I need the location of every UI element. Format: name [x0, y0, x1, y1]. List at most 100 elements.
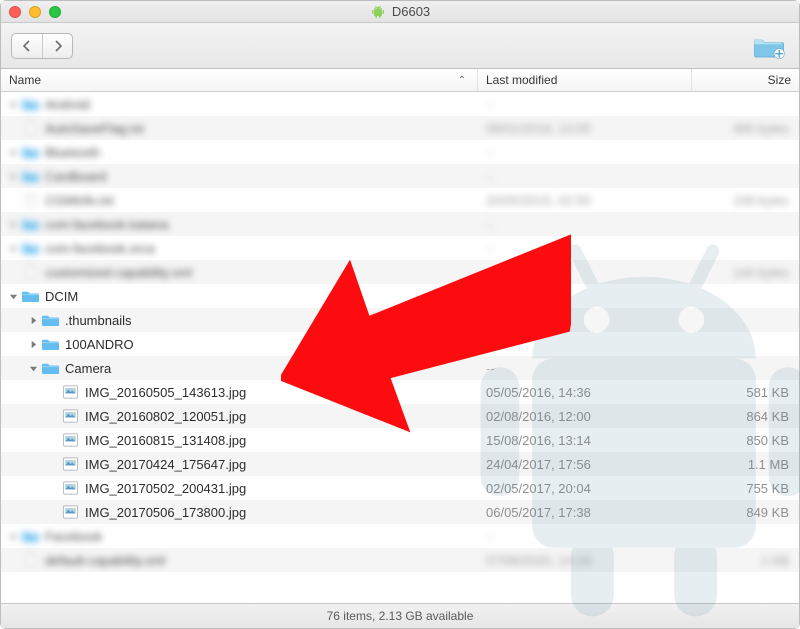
file-modified: -- [486, 361, 495, 376]
column-modified[interactable]: Last modified [478, 69, 692, 91]
table-row[interactable]: IMG_20170502_200431.jpg 02/05/2017, 20:04… [1, 476, 799, 500]
window-title-text: D6603 [392, 4, 430, 19]
titlebar: D6603 [1, 1, 799, 23]
forward-button[interactable] [42, 34, 72, 58]
minimize-icon[interactable] [29, 6, 41, 18]
table-row[interactable]: 100ANDRO-- [1, 332, 799, 356]
table-row[interactable]: Bluetooth-- [1, 140, 799, 164]
folder-icon [42, 313, 59, 327]
file-name: DCIM [45, 289, 78, 304]
table-row[interactable]: Cardboard -- [1, 164, 799, 188]
file-modified: -- [486, 241, 495, 256]
table-row[interactable]: IMG_20170506_173800.jpg06/05/2017, 17:38… [1, 500, 799, 524]
disclosure-closed-icon[interactable] [7, 98, 19, 110]
table-row[interactable]: default-capability.xml07/06/2020, 14:191… [1, 548, 799, 572]
file-name: IMG_20170502_200431.jpg [85, 481, 246, 496]
new-folder-button[interactable] [749, 31, 789, 61]
file-modified: 07/06/2020, 14:19 [486, 553, 591, 568]
folder-icon [22, 529, 39, 543]
new-folder-icon [752, 32, 786, 60]
file-size: 158 bytes [733, 193, 789, 208]
disclosure-open-icon[interactable] [27, 362, 39, 374]
column-size[interactable]: Size [692, 69, 799, 91]
folder-icon [22, 169, 39, 183]
status-text: 76 items, 2.13 GB available [327, 609, 474, 623]
table-row[interactable]: IMG_20160815_131408.jpg15/08/2016, 13:14… [1, 428, 799, 452]
file-name: Cardboard [45, 169, 106, 184]
file-name: IMG_20170506_173800.jpg [85, 505, 246, 520]
table-row[interactable]: AutoSaveFlag.txt08/01/2019, 13:05490 byt… [1, 116, 799, 140]
disclosure-closed-icon[interactable] [7, 530, 19, 542]
file-name: com.facebook.katana [45, 217, 169, 232]
column-header: Name ⌃ Last modified Size [1, 69, 799, 92]
disclosure-closed-icon[interactable] [27, 314, 39, 326]
file-size: 1.1 MB [748, 457, 789, 472]
folder-icon [22, 289, 39, 303]
file-modified: 02/05/2017, 20:04 [486, 481, 591, 496]
file-icon [22, 121, 39, 135]
image-file-icon [62, 433, 79, 447]
disclosure-closed-icon[interactable] [7, 146, 19, 158]
table-row[interactable]: Camera-- [1, 356, 799, 380]
file-modified: -- [486, 169, 495, 184]
file-modified: -- [486, 529, 495, 544]
file-modified: -- [486, 217, 495, 232]
file-size: 849 KB [746, 505, 789, 520]
folder-icon [22, 241, 39, 255]
image-file-icon [62, 409, 79, 423]
file-modified: 24/04/2017, 17:56 [486, 457, 591, 472]
file-modified: -- [486, 265, 495, 280]
folder-icon [22, 97, 39, 111]
chevron-right-icon [53, 40, 63, 52]
file-name: AutoSaveFlag.txt [45, 121, 144, 136]
table-row[interactable]: IMG_20160802_120051.jpg02/08/2016, 12:00… [1, 404, 799, 428]
disclosure-closed-icon[interactable] [7, 242, 19, 254]
disclosure-closed-icon[interactable] [27, 338, 39, 350]
table-row[interactable]: IMG_20160505_143613.jpg05/05/2016, 14:36… [1, 380, 799, 404]
file-size: 144 bytes [733, 265, 789, 280]
file-name: customized-capability.xml [45, 265, 192, 280]
file-name: default-capability.xml [45, 553, 165, 568]
table-row[interactable]: customized-capability.xml -- 144 bytes [1, 260, 799, 284]
table-row[interactable]: DCIM-- [1, 284, 799, 308]
status-bar: 76 items, 2.13 GB available [1, 603, 799, 628]
table-row[interactable]: com.facebook.katana -- [1, 212, 799, 236]
file-icon [22, 265, 39, 279]
image-file-icon [62, 481, 79, 495]
back-button[interactable] [12, 34, 42, 58]
file-icon [22, 193, 39, 207]
file-name: IMG_20160815_131408.jpg [85, 433, 246, 448]
file-size: 755 KB [746, 481, 789, 496]
file-modified: 02/08/2016, 12:00 [486, 409, 591, 424]
table-row[interactable]: Facebook-- [1, 524, 799, 548]
file-size: 864 KB [746, 409, 789, 424]
image-file-icon [62, 457, 79, 471]
window-title: D6603 [1, 4, 799, 20]
file-name: .thumbnails [65, 313, 131, 328]
table-row[interactable]: Android-- [1, 92, 799, 116]
image-file-icon [62, 385, 79, 399]
column-size-label: Size [768, 73, 791, 87]
chevron-left-icon [22, 40, 32, 52]
table-row[interactable]: com.facebook.orca-- [1, 236, 799, 260]
file-name: CGMinfo.txt [45, 193, 114, 208]
file-modified: -- [486, 145, 495, 160]
file-modified: -- [486, 97, 495, 112]
file-name: 100ANDRO [65, 337, 134, 352]
file-modified: 20/05/2015, 02:50 [486, 193, 591, 208]
folder-icon [42, 361, 59, 375]
table-row[interactable]: .thumbnails-- [1, 308, 799, 332]
nav-buttons [11, 33, 73, 59]
disclosure-closed-icon[interactable] [7, 170, 19, 182]
file-modified: 05/05/2016, 14:36 [486, 385, 591, 400]
column-name[interactable]: Name ⌃ [1, 69, 478, 91]
file-list[interactable]: Android--AutoSaveFlag.txt08/01/2019, 13:… [1, 92, 799, 603]
window-controls [9, 6, 61, 18]
zoom-icon[interactable] [49, 6, 61, 18]
close-icon[interactable] [9, 6, 21, 18]
disclosure-closed-icon[interactable] [7, 218, 19, 230]
file-size: 850 KB [746, 433, 789, 448]
table-row[interactable]: IMG_20170424_175647.jpg24/04/2017, 17:56… [1, 452, 799, 476]
disclosure-open-icon[interactable] [7, 290, 19, 302]
table-row[interactable]: CGMinfo.txt 20/05/2015, 02:50 158 bytes [1, 188, 799, 212]
